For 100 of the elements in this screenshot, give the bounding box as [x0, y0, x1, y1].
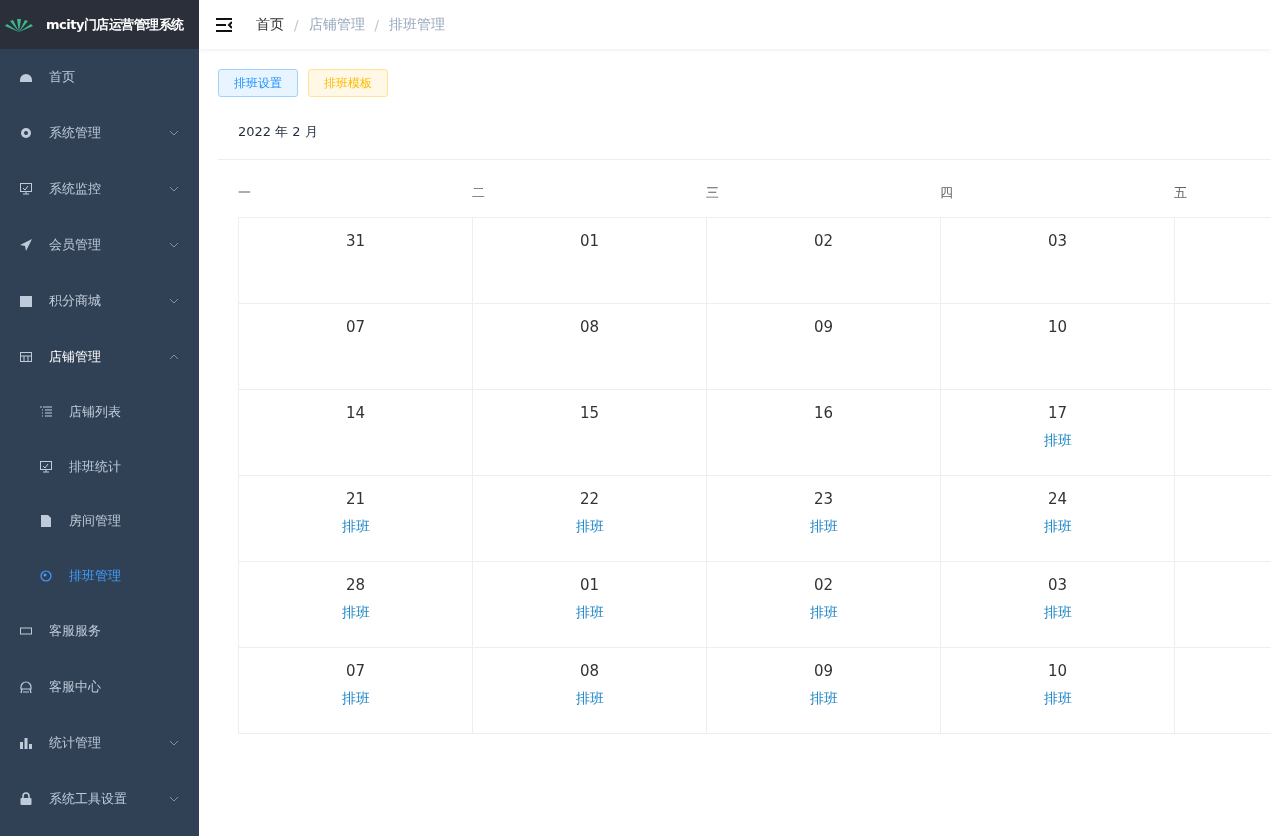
calendar-cell[interactable]: 02: [707, 218, 941, 304]
menu-item[interactable]: 客服服务: [0, 603, 199, 659]
weekday-label: 五: [1174, 185, 1187, 200]
menu-item[interactable]: 积分商城: [0, 273, 199, 329]
menu-item[interactable]: 系统监控: [0, 161, 199, 217]
monitor-icon: [39, 459, 53, 474]
lock-icon: [19, 792, 33, 806]
day-number: 07: [345, 662, 366, 680]
shift-link[interactable]: 排班: [575, 604, 604, 622]
shift-link[interactable]: 排班: [809, 604, 838, 622]
calendar-cell[interactable]: 08 排班: [473, 648, 707, 734]
calendar-cell[interactable]: 28 排班: [239, 562, 473, 648]
weekday-label: 四: [940, 185, 953, 200]
app-title: mcity门店运营管理系统: [46, 15, 184, 34]
day-number: 23: [813, 490, 834, 508]
shift-link[interactable]: 排班: [575, 690, 604, 708]
day-number: 10: [1047, 318, 1068, 336]
day-number: 24: [1047, 490, 1068, 508]
card-icon: [19, 624, 33, 638]
calendar-cell[interactable]: 01 排班: [473, 562, 707, 648]
shift-link[interactable]: 排班: [1043, 518, 1072, 536]
list-icon: [39, 405, 53, 420]
day-number: 14: [345, 404, 366, 422]
calendar-cell[interactable]: 01: [473, 218, 707, 304]
calendar-cell[interactable]: 22 排班: [473, 476, 707, 562]
day-number: 02: [813, 232, 834, 250]
breadcrumb-separator: /: [294, 16, 299, 33]
robot-icon: [19, 680, 33, 694]
weekday-label: 三: [706, 185, 719, 200]
calendar-cell[interactable]: 17 排班: [941, 390, 1175, 476]
calendar-cell[interactable]: 16: [707, 390, 941, 476]
submenu-item[interactable]: 排班统计: [0, 439, 199, 494]
table-icon: [19, 350, 33, 364]
weekday-label: 一: [238, 185, 251, 200]
settings-icon: [19, 126, 33, 140]
shift-link[interactable]: 排班: [341, 518, 370, 536]
calendar-cell[interactable]: 14: [239, 390, 473, 476]
menu-item[interactable]: 系统管理: [0, 105, 199, 161]
calendar-month: 2022 年 2 月: [237, 123, 319, 141]
day-number: 31: [345, 232, 366, 250]
shift-link[interactable]: 排班: [341, 604, 370, 622]
calendar-cell[interactable]: 10 排班: [941, 648, 1175, 734]
submenu-item[interactable]: 店铺列表: [0, 385, 199, 440]
day-number: 22: [579, 490, 600, 508]
day-number: 03: [1047, 232, 1068, 250]
day-number: 09: [813, 318, 834, 336]
calendar-cell[interactable]: 31: [239, 218, 473, 304]
breadcrumb-item: 店铺管理: [308, 15, 365, 34]
shift-link[interactable]: 排班: [341, 690, 370, 708]
document-icon: [39, 514, 53, 529]
calendar-cell[interactable]: 09 排班: [707, 648, 941, 734]
globe-icon: [39, 568, 53, 583]
calendar-cell[interactable]: 07 排班: [239, 648, 473, 734]
shift-link[interactable]: 排班: [575, 518, 604, 536]
day-number: 10: [1047, 662, 1068, 680]
breadcrumb-item: 排班管理: [389, 15, 446, 34]
day-number: 01: [579, 576, 600, 594]
calendar-cell[interactable]: 24 排班: [941, 476, 1175, 562]
calendar-cell[interactable]: 21 排班: [239, 476, 473, 562]
day-number: 16: [813, 404, 834, 422]
menu-item[interactable]: 客服中心: [0, 659, 199, 715]
bar-chart-icon: [19, 736, 33, 750]
calendar-cell[interactable]: 07: [239, 304, 473, 390]
menu-icon[interactable]: [216, 17, 232, 32]
shift-link[interactable]: 排班: [1043, 604, 1072, 622]
leaf-logo-icon: [4, 16, 34, 33]
day-number: 15: [579, 404, 600, 422]
menu-item[interactable]: 系统工具设置: [0, 771, 199, 827]
day-number: 01: [579, 232, 600, 250]
menu-item[interactable]: 会员管理: [0, 217, 199, 273]
day-number: 08: [579, 318, 600, 336]
day-number: 28: [345, 576, 366, 594]
calendar-cell[interactable]: 02 排班: [707, 562, 941, 648]
calendar-cell[interactable]: 15: [473, 390, 707, 476]
menu-item[interactable]: 统计管理: [0, 715, 199, 771]
submenu-item[interactable]: 排班管理: [0, 548, 199, 603]
day-number: 08: [579, 662, 600, 680]
submenu-item[interactable]: 房间管理: [0, 494, 199, 549]
menu-item[interactable]: 店铺管理: [0, 329, 199, 385]
breadcrumb-separator: /: [374, 16, 380, 33]
weekday-label: 二: [472, 185, 485, 200]
shift-link[interactable]: 排班: [809, 690, 838, 708]
day-number: 03: [1047, 576, 1068, 594]
day-number: 02: [813, 576, 834, 594]
shift-link[interactable]: 排班: [809, 518, 838, 536]
calendar-cell[interactable]: 10: [941, 304, 1175, 390]
breadcrumb-item[interactable]: 首页: [256, 15, 284, 34]
day-number: 09: [813, 662, 834, 680]
calendar-cell[interactable]: 23 排班: [707, 476, 941, 562]
shift-link[interactable]: 排班: [1043, 432, 1072, 450]
day-number: 21: [345, 490, 366, 508]
calendar-cell[interactable]: 08: [473, 304, 707, 390]
day-number: 17: [1047, 404, 1068, 422]
day-number: 07: [345, 318, 366, 336]
shift-link[interactable]: 排班: [1043, 690, 1072, 708]
calendar-cell[interactable]: 03: [941, 218, 1175, 304]
calendar-cell[interactable]: 03 排班: [941, 562, 1175, 648]
calendar-cell[interactable]: 09: [707, 304, 941, 390]
paper-plane-icon: [19, 238, 33, 252]
menu-item[interactable]: 首页: [0, 49, 199, 105]
